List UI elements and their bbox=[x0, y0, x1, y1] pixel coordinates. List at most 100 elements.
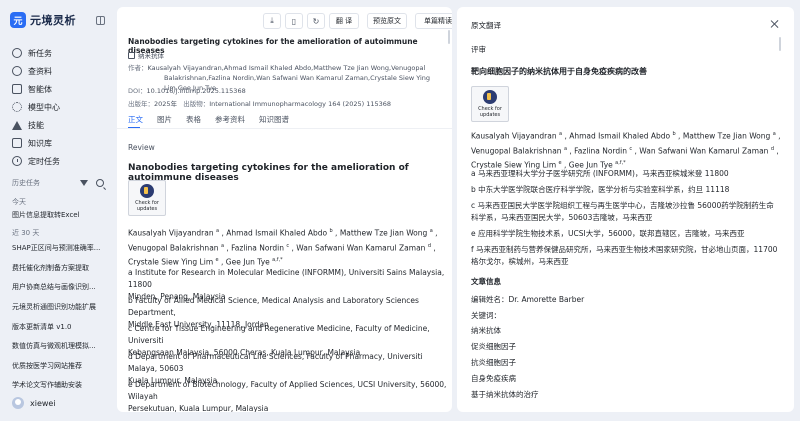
translation-panel: 原文翻译 评审 靶向细胞因子的纳米抗体用于自身免疫疾病的改善 Check for… bbox=[457, 7, 794, 412]
keyword-item: 自身免疫疾病 bbox=[471, 374, 516, 383]
sidebar-collapse-icon[interactable] bbox=[96, 16, 105, 25]
nav-item-scheduled[interactable]: 定时任务 bbox=[12, 152, 60, 170]
nav-label: 智能体 bbox=[28, 84, 52, 94]
translate-button[interactable]: 翻 译 bbox=[329, 13, 359, 29]
keyword-item: 基于纳米抗体的治疗 bbox=[471, 390, 539, 399]
tab-divider bbox=[117, 128, 452, 129]
translation-affiliation-b: b 中东大学医学院联合医疗科学学院，医学分析与实验室科学系，约旦 11118 bbox=[471, 185, 730, 194]
main-nav: 新任务 查资料 智能体 模型中心 技能 知识库 定时任务 bbox=[12, 44, 60, 170]
close-icon[interactable] bbox=[770, 20, 778, 28]
sidebar: 元 元境灵析 新任务 查资料 智能体 模型中心 技能 知识库 定时任务 历史任务… bbox=[0, 0, 112, 421]
nav-label: 模型中心 bbox=[28, 102, 60, 112]
keyword-item: 抗炎细胞因子 bbox=[471, 358, 516, 367]
tab-figures[interactable]: 图片 bbox=[157, 114, 172, 125]
history-item[interactable]: 用户协商总结与画像识别... bbox=[12, 282, 102, 292]
skill-icon bbox=[12, 120, 22, 130]
translation-affiliation-a: a 马来西亚理科大学分子医学研究所 (INFORMM)，马来西亚槟城米登 118… bbox=[471, 169, 729, 178]
paper-authors: 作者：Kausalyah Vijayandran,Ahmad Ismail Kh… bbox=[128, 63, 425, 73]
keywords-label: 关键词： bbox=[471, 311, 501, 320]
single-read-button[interactable]: 单篇精读 bbox=[415, 13, 452, 29]
doi-value[interactable]: 10.1016/j.intimp.2025.115368 bbox=[147, 87, 246, 95]
book-view-button[interactable]: ▯ bbox=[285, 13, 303, 29]
check-for-updates-badge[interactable]: Check for updates bbox=[128, 180, 166, 216]
search-icon bbox=[12, 66, 22, 76]
editor-line: 编辑姓名：Dr. Amorette Barber bbox=[471, 295, 585, 304]
nav-label: 查资料 bbox=[28, 66, 52, 76]
year-label: 出版年： bbox=[128, 100, 154, 108]
nav-item-agent[interactable]: 智能体 bbox=[12, 80, 60, 98]
history-group-30days: 近 30 天 bbox=[12, 229, 40, 237]
avatar bbox=[12, 397, 24, 409]
check-for-updates-badge[interactable]: Check for updates bbox=[471, 86, 509, 122]
user-profile[interactable]: xiewei bbox=[12, 397, 56, 409]
document-toolbar: ⤓ ▯ ↻ 翻 译 预览原文 单篇精读 bbox=[263, 13, 452, 29]
journal-line: 纳米抗体 bbox=[128, 50, 164, 60]
paper-title: Nanobodies targeting cytokines for the a… bbox=[128, 37, 418, 55]
nav-label: 技能 bbox=[28, 120, 44, 130]
content-tabs: 正文 图片 表格 参考资料 知识图谱 bbox=[128, 114, 289, 125]
download-button[interactable]: ⤓ bbox=[263, 13, 281, 29]
article-info-heading: 文章信息 bbox=[471, 277, 501, 286]
translation-affiliation-e: e 应用科学学院生物技术系，UCSI大学，56000，联邦直辖区，吉隆坡，马来西… bbox=[471, 229, 745, 238]
translation-header: 原文翻译 bbox=[471, 21, 501, 30]
tab-references[interactable]: 参考资料 bbox=[215, 114, 245, 125]
history-header: 历史任务 bbox=[12, 178, 104, 188]
translation-affiliation-f: f 马来西亚制药与营养保健品研究所，马来西亚生物技术国家研究院，甘必地山页面，1… bbox=[471, 245, 778, 266]
year-value: 2025年 bbox=[154, 100, 178, 108]
authors-line: Kausalyah Vijayandran,Ahmad Ismail Khale… bbox=[147, 64, 426, 72]
nav-item-model-center[interactable]: 模型中心 bbox=[12, 98, 60, 116]
filter-icon[interactable] bbox=[80, 180, 88, 186]
document-scrollbar[interactable] bbox=[448, 30, 450, 44]
article-authors: Kausalyah Vijayandran a , Ahmad Ismail K… bbox=[128, 228, 438, 267]
nav-label: 新任务 bbox=[28, 48, 52, 58]
article-title: Nanobodies targeting cytokines for the a… bbox=[128, 163, 409, 183]
preview-original-button[interactable]: 预览原文 bbox=[367, 13, 407, 29]
badge-text: Check for updates bbox=[478, 106, 502, 118]
knowledge-icon bbox=[12, 138, 22, 148]
keyword-item: 纳米抗体 bbox=[471, 326, 501, 335]
app-name: 元境灵析 bbox=[30, 14, 76, 27]
nav-item-search[interactable]: 查资料 bbox=[12, 62, 60, 80]
translation-title: 靶向细胞因子的纳米抗体用于自身免疫疾病的改善 bbox=[471, 67, 647, 76]
paper-doi: DOI：10.1016/j.intimp.2025.115368 bbox=[128, 86, 246, 96]
document-panel: ⤓ ▯ ↻ 翻 译 预览原文 单篇精读 Nanobodies targeting… bbox=[117, 7, 452, 412]
history-search-icon[interactable] bbox=[96, 179, 104, 187]
history-item[interactable]: 图片信息提取转Excel bbox=[12, 210, 102, 220]
nav-item-knowledge[interactable]: 知识库 bbox=[12, 134, 60, 152]
translation-section: 评审 bbox=[471, 45, 486, 54]
keyword-item: 促炎细胞因子 bbox=[471, 342, 516, 351]
history-item[interactable]: 优质按医学习网站推荐 bbox=[12, 361, 102, 371]
doi-label: DOI： bbox=[128, 87, 147, 95]
bookmark-icon bbox=[483, 90, 497, 104]
clock-icon bbox=[12, 156, 22, 166]
history-item[interactable]: SHAP正区间与预测准确率... bbox=[12, 243, 102, 253]
nav-item-new-task[interactable]: 新任务 bbox=[12, 44, 60, 62]
tab-body[interactable]: 正文 bbox=[128, 114, 143, 125]
book-icon bbox=[128, 51, 135, 59]
refresh-button[interactable]: ↻ bbox=[307, 13, 325, 29]
history-item[interactable]: 版本更新清单 v1.0 bbox=[12, 322, 102, 332]
badge-text: Check for updates bbox=[135, 200, 159, 212]
tab-tables[interactable]: 表格 bbox=[186, 114, 201, 125]
nav-label: 知识库 bbox=[28, 138, 52, 148]
translation-scrollbar[interactable] bbox=[779, 37, 781, 51]
app-logo[interactable]: 元 元境灵析 bbox=[10, 12, 76, 28]
section-label: Review bbox=[128, 143, 155, 152]
publisher-value: International Immunopharmacology 164 (20… bbox=[209, 100, 392, 108]
history-title: 历史任务 bbox=[12, 179, 40, 187]
journal-name: 纳米抗体 bbox=[138, 52, 164, 60]
translation-authors: Kausalyah Vijayandran a , Ahmad Ismail K… bbox=[471, 131, 781, 170]
history-item[interactable]: 费托催化剂制备方案提取 bbox=[12, 263, 102, 273]
nav-label: 定时任务 bbox=[28, 156, 60, 166]
bookmark-icon bbox=[140, 184, 154, 198]
user-name: xiewei bbox=[30, 398, 56, 408]
nav-item-skills[interactable]: 技能 bbox=[12, 116, 60, 134]
history-item[interactable]: 数值仿真与微观机理模拟... bbox=[12, 341, 102, 351]
publisher-label: 出版物： bbox=[183, 100, 210, 108]
model-icon bbox=[12, 102, 22, 112]
tab-knowledge-graph[interactable]: 知识图谱 bbox=[259, 114, 289, 125]
history-item[interactable]: 元境灵析通图识别功能扩展 bbox=[12, 302, 102, 312]
history-item[interactable]: 学术论文写作辅助安装 bbox=[12, 380, 102, 390]
agent-icon bbox=[12, 84, 22, 94]
logo-mark: 元 bbox=[10, 12, 26, 28]
